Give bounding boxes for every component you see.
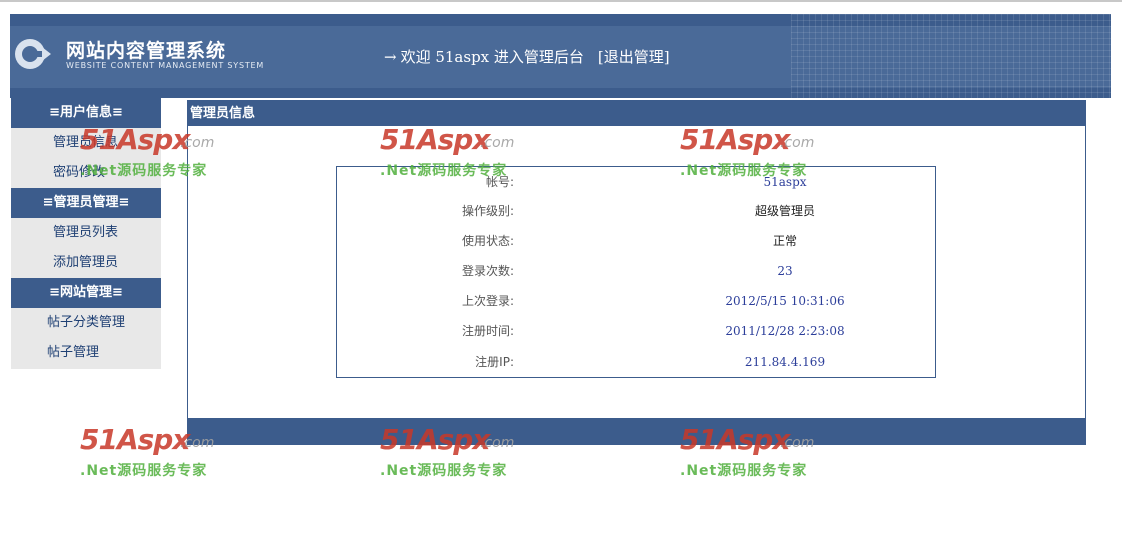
- info-value: 23: [777, 264, 793, 278]
- system-title: 网站内容管理系统: [66, 40, 227, 62]
- admin-info-panel: 管理员信息 帐号: 51aspx 操作级别: 超级管理员 使用状态: 正常 登录…: [187, 100, 1086, 445]
- sidebar-item-change-password[interactable]: 密码修改: [11, 158, 161, 188]
- info-value: 2011/12/28 2:23:08: [725, 324, 845, 338]
- header-grid-pattern: [791, 14, 1111, 98]
- info-label: 注册IP:: [475, 355, 514, 369]
- top-border: [0, 0, 1122, 2]
- watermark-slogan: .Net源码服务专家: [380, 463, 508, 479]
- info-value: 超级管理员: [754, 204, 815, 218]
- watermark-brand: 51Aspx: [80, 423, 190, 456]
- sidebar: ≡用户信息≡ 管理员信息 密码修改 ≡管理员管理≡ 管理员列表 添加管理员 ≡网…: [11, 98, 161, 369]
- logout-link[interactable]: [退出管理]: [598, 48, 670, 66]
- info-value: 正常: [772, 234, 797, 248]
- info-row-register-time: 注册时间: 2011/12/28 2:23:08: [337, 321, 935, 341]
- info-row-register-ip: 注册IP: 211.84.4.169: [337, 352, 935, 372]
- welcome-text: 欢迎 51aspx 进入管理后台: [400, 48, 584, 66]
- info-label: 上次登录:: [461, 294, 514, 308]
- system-subtitle: WEBSITE CONTENT MANAGEMENT SYSTEM: [66, 61, 265, 70]
- info-value: 211.84.4.169: [744, 355, 826, 369]
- info-row-level: 操作级别: 超级管理员: [337, 201, 935, 221]
- info-row-account: 帐号: 51aspx: [337, 172, 935, 192]
- arrow-icon: →: [384, 48, 397, 66]
- sidebar-heading-site-management: ≡网站管理≡: [11, 278, 161, 308]
- info-label: 操作级别:: [461, 204, 514, 218]
- e-logo-icon: [15, 39, 51, 69]
- admin-info-table: 帐号: 51aspx 操作级别: 超级管理员 使用状态: 正常 登录次数: 23…: [336, 166, 936, 378]
- sidebar-item-admin-list[interactable]: 管理员列表: [11, 218, 161, 248]
- watermark-slogan: .Net源码服务专家: [80, 463, 208, 479]
- sidebar-heading-user-info: ≡用户信息≡: [11, 98, 161, 128]
- info-label: 使用状态:: [461, 234, 514, 248]
- info-label: 登录次数:: [461, 264, 514, 278]
- welcome-bar: → 欢迎 51aspx 进入管理后台 [退出管理]: [384, 46, 670, 67]
- sidebar-item-admin-info[interactable]: 管理员信息: [11, 128, 161, 158]
- sidebar-heading-admin-management: ≡管理员管理≡: [11, 188, 161, 218]
- header-banner: 网站内容管理系统 WEBSITE CONTENT MANAGEMENT SYST…: [10, 14, 1111, 98]
- watermark-slogan: .Net源码服务专家: [680, 463, 808, 479]
- info-row-login-count: 登录次数: 23: [337, 261, 935, 281]
- info-row-status: 使用状态: 正常: [337, 231, 935, 251]
- panel-footer: [188, 418, 1085, 444]
- sidebar-item-add-admin[interactable]: 添加管理员: [11, 248, 161, 278]
- sidebar-item-post-categories[interactable]: 帖子分类管理: [11, 308, 161, 338]
- info-label: 帐号:: [485, 175, 514, 189]
- info-value: 2012/5/15 10:31:06: [725, 294, 845, 308]
- sidebar-item-posts[interactable]: 帖子管理: [11, 338, 161, 368]
- info-label: 注册时间:: [461, 324, 514, 338]
- info-value: 51aspx: [763, 175, 807, 189]
- info-row-last-login: 上次登录: 2012/5/15 10:31:06: [337, 291, 935, 311]
- panel-title: 管理员信息: [188, 101, 1085, 126]
